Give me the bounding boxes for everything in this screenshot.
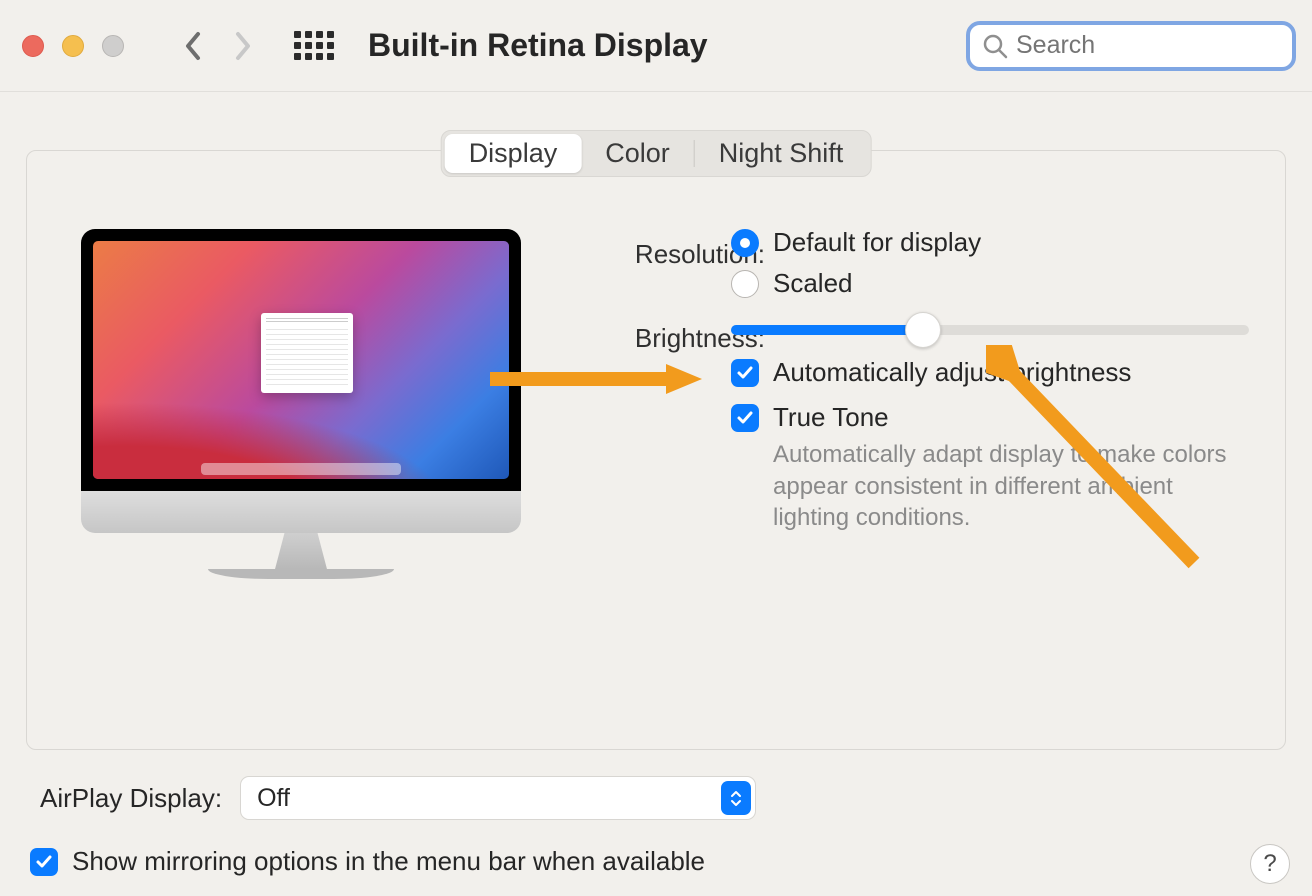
zoom-window-button[interactable] [102, 35, 124, 57]
mirroring-checkbox[interactable] [30, 848, 58, 876]
brightness-slider[interactable] [731, 325, 1249, 335]
close-window-button[interactable] [22, 35, 44, 57]
minimize-window-button[interactable] [62, 35, 84, 57]
auto-brightness-checkbox[interactable] [731, 359, 759, 387]
back-button[interactable] [182, 28, 204, 64]
auto-brightness-label: Automatically adjust brightness [773, 357, 1131, 388]
true-tone-description: Automatically adapt display to make colo… [773, 439, 1233, 534]
resolution-option-default-label: Default for display [773, 227, 981, 258]
display-preview [81, 229, 521, 579]
nav-arrows [182, 28, 254, 64]
help-icon: ? [1263, 850, 1276, 878]
tab-night-shift[interactable]: Night Shift [695, 134, 868, 173]
help-button[interactable]: ? [1250, 844, 1290, 884]
settings-panel: Resolution: Brightness: Default for disp… [26, 150, 1286, 750]
resolution-radio-default[interactable] [731, 229, 759, 257]
page-title: Built-in Retina Display [368, 27, 708, 64]
airplay-select[interactable]: Off [240, 776, 756, 820]
resolution-radio-scaled[interactable] [731, 270, 759, 298]
settings-controls: Default for display Scaled Automatically… [731, 227, 1249, 534]
show-all-prefs-icon[interactable] [294, 31, 334, 60]
tab-display[interactable]: Display [445, 134, 582, 173]
airplay-select-value: Off [257, 784, 290, 813]
forward-button[interactable] [232, 28, 254, 64]
tab-bar: Display Color Night Shift [441, 130, 872, 177]
display-preview-screen [81, 229, 521, 491]
toolbar: Built-in Retina Display [0, 0, 1312, 92]
airplay-label: AirPlay Display: [40, 783, 222, 814]
airplay-select-stepper-icon [721, 781, 751, 815]
search-icon [982, 33, 1008, 59]
mirroring-label: Show mirroring options in the menu bar w… [72, 846, 705, 877]
search-field[interactable] [966, 21, 1296, 71]
brightness-slider-thumb[interactable] [905, 312, 941, 348]
search-input[interactable] [1016, 31, 1280, 60]
resolution-option-scaled-label: Scaled [773, 268, 853, 299]
airplay-row: AirPlay Display: Off [40, 776, 756, 820]
brightness-slider-fill [731, 325, 923, 335]
mirroring-row: Show mirroring options in the menu bar w… [30, 846, 705, 877]
true-tone-checkbox[interactable] [731, 404, 759, 432]
true-tone-label: True Tone [773, 402, 889, 433]
window-controls [22, 35, 124, 57]
tab-color[interactable]: Color [581, 134, 694, 173]
